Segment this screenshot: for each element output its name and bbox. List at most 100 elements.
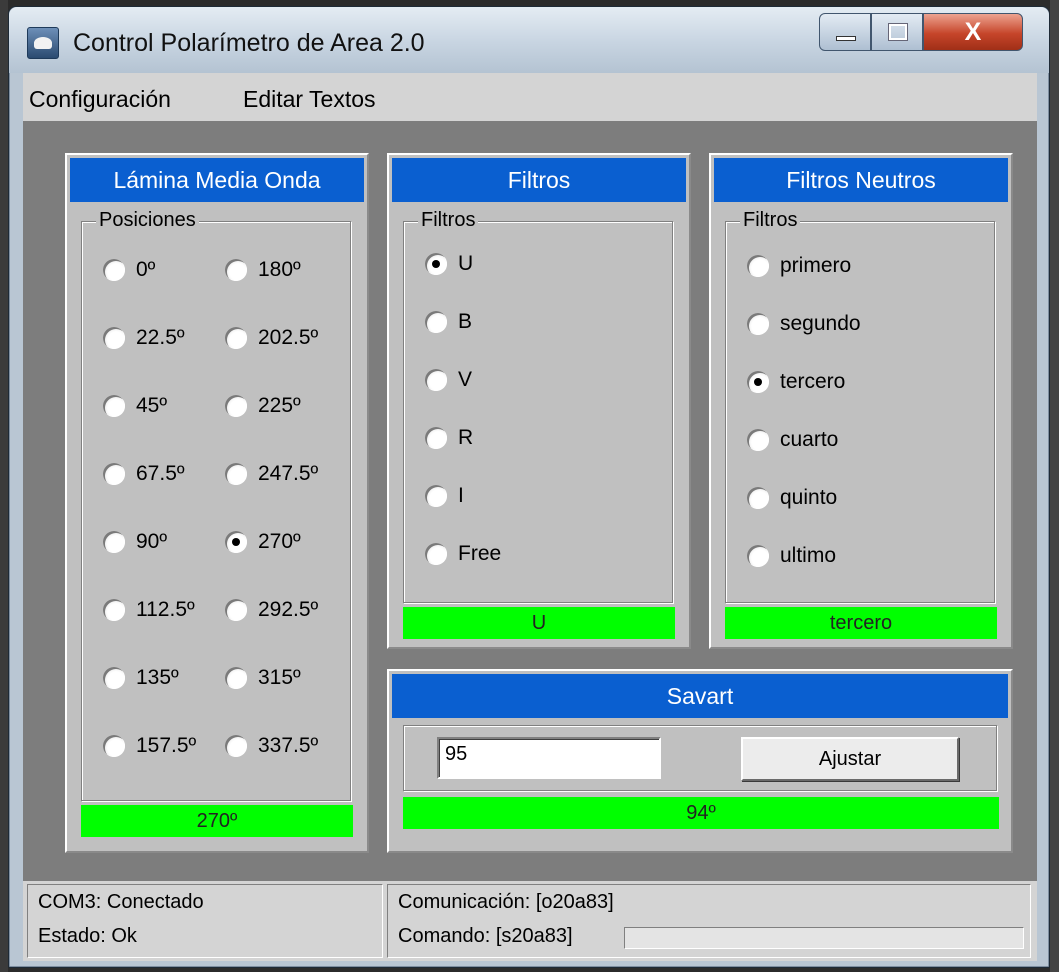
adjust-button[interactable]: Ajustar [741,737,959,781]
half-wave-radio-label: 90º [136,530,168,553]
minimize-button[interactable] [819,13,871,51]
neutral-filter-radio-ultimo[interactable]: ultimo [747,541,836,571]
radio-unchecked-icon[interactable] [103,463,125,485]
radio-unchecked-icon[interactable] [103,259,125,281]
filter-radio-b[interactable]: B [425,307,472,337]
filter-radio-label: Free [458,542,502,565]
radio-unchecked-icon[interactable] [225,463,247,485]
radio-unchecked-icon[interactable] [747,429,769,451]
half-wave-radio-67-5[interactable]: 67.5º [103,459,185,489]
savart-input[interactable]: 95 [437,737,661,779]
half-wave-radio-90[interactable]: 90º [103,527,167,557]
filter-radio-label: V [458,368,473,391]
half-wave-radio-label: 270º [258,530,301,553]
radio-unchecked-icon[interactable] [225,259,247,281]
savart-status: 94º [403,797,999,829]
half-wave-radio-label: 22.5º [136,326,185,349]
radio-unchecked-icon[interactable] [103,395,125,417]
radio-unchecked-icon[interactable] [103,735,125,757]
positions-group-label: Posiciones [96,209,199,232]
radio-unchecked-icon[interactable] [225,327,247,349]
radio-unchecked-icon[interactable] [225,735,247,757]
radio-checked-icon[interactable] [747,371,769,393]
radio-unchecked-icon[interactable] [225,599,247,621]
title-bar[interactable]: Control Polarímetro de Area 2.0 X [9,7,1049,73]
radio-unchecked-icon[interactable] [103,531,125,553]
radio-unchecked-icon[interactable] [103,599,125,621]
neutral-filters-title: Filtros Neutros [714,158,1008,202]
half-wave-radio-292-5[interactable]: 292.5º [225,595,318,625]
radio-unchecked-icon[interactable] [103,327,125,349]
radio-unchecked-icon[interactable] [747,313,769,335]
neutral-filter-radio-segundo[interactable]: segundo [747,309,861,339]
filter-radio-label: B [458,310,473,333]
half-wave-radio-270[interactable]: 270º [225,527,301,557]
half-wave-radio-225[interactable]: 225º [225,391,301,421]
filter-radio-u[interactable]: U [425,249,473,279]
filter-radio-v[interactable]: V [425,365,472,395]
half-wave-radio-337-5[interactable]: 337.5º [225,731,318,761]
app-icon[interactable] [27,27,59,59]
communication-pane: Comunicación: [o20a83] Comando: [s20a83] [387,884,1031,958]
neutral-filter-radio-primero[interactable]: primero [747,251,851,281]
radio-unchecked-icon[interactable] [103,667,125,689]
half-wave-radio-label: 180º [258,258,301,281]
half-wave-radio-157-5[interactable]: 157.5º [103,731,196,761]
filter-radio-i[interactable]: I [425,481,464,511]
half-wave-radio-112-5[interactable]: 112.5º [103,595,195,625]
neutral-filter-radio-cuarto[interactable]: cuarto [747,425,838,455]
radio-unchecked-icon[interactable] [747,487,769,509]
neutral-filter-radio-tercero[interactable]: tercero [747,367,845,397]
half-wave-radio-label: 202.5º [258,326,319,349]
radio-unchecked-icon[interactable] [747,255,769,277]
filter-radio-label: I [458,484,464,507]
status-footer: COM3: Conectado Estado: Ok Comunicación:… [23,881,1037,961]
communication-text: Comunicación: [o20a83] [398,891,614,913]
radio-unchecked-icon[interactable] [225,395,247,417]
filter-radio-free[interactable]: Free [425,539,501,569]
half-wave-radio-label: 135º [136,666,179,689]
maximize-button[interactable] [871,13,923,51]
menu-configuracion[interactable]: Configuración [29,86,171,113]
half-wave-radio-202-5[interactable]: 202.5º [225,323,318,353]
port-status: COM3: Conectado [38,891,204,913]
half-wave-radio-180[interactable]: 180º [225,255,301,285]
radio-unchecked-icon[interactable] [425,311,447,333]
radio-checked-icon[interactable] [225,531,247,553]
half-wave-radio-315[interactable]: 315º [225,663,301,693]
close-button[interactable]: X [923,13,1023,51]
half-wave-radio-label: 225º [258,394,301,417]
radio-unchecked-icon[interactable] [425,427,447,449]
radio-unchecked-icon[interactable] [225,667,247,689]
filter-radio-r[interactable]: R [425,423,473,453]
half-wave-radio-0[interactable]: 0º [103,255,155,285]
menu-editar-textos[interactable]: Editar Textos [243,86,376,113]
half-wave-radio-45[interactable]: 45º [103,391,167,421]
command-progress-bar [624,927,1024,949]
minimize-icon [836,36,856,41]
half-wave-radio-label: 0º [136,258,156,281]
connection-pane: COM3: Conectado Estado: Ok [27,884,383,958]
radio-checked-icon[interactable] [425,253,447,275]
half-wave-panel: Lámina Media Onda Posiciones 0º 22.5º 45º 6… [65,153,369,853]
radio-unchecked-icon[interactable] [747,545,769,567]
filter-radio-label: R [458,426,474,449]
half-wave-radio-247-5[interactable]: 247.5º [225,459,318,489]
half-wave-radio-135[interactable]: 135º [103,663,179,693]
filters-status: U [403,607,675,639]
neutral-filters-panel: Filtros Neutros Filtros primero segundo te… [709,153,1013,649]
neutral-filter-radio-quinto[interactable]: quinto [747,483,837,513]
savart-title: Savart [392,674,1008,718]
half-wave-radio-label: 315º [258,666,301,689]
radio-unchecked-icon[interactable] [425,369,447,391]
savart-panel: Savart 95 Ajustar 94º [387,669,1013,853]
neutral-filters-group-label: Filtros [740,209,801,232]
radio-unchecked-icon[interactable] [425,543,447,565]
filters-panel: Filtros Filtros U B V R I Free U [387,153,691,649]
radio-unchecked-icon[interactable] [425,485,447,507]
neutral-filter-radio-label: primero [780,254,852,277]
neutral-filter-radio-label: tercero [780,370,846,393]
filters-group-label: Filtros [418,209,479,232]
filter-radio-label: U [458,252,474,275]
half-wave-radio-22-5[interactable]: 22.5º [103,323,185,353]
